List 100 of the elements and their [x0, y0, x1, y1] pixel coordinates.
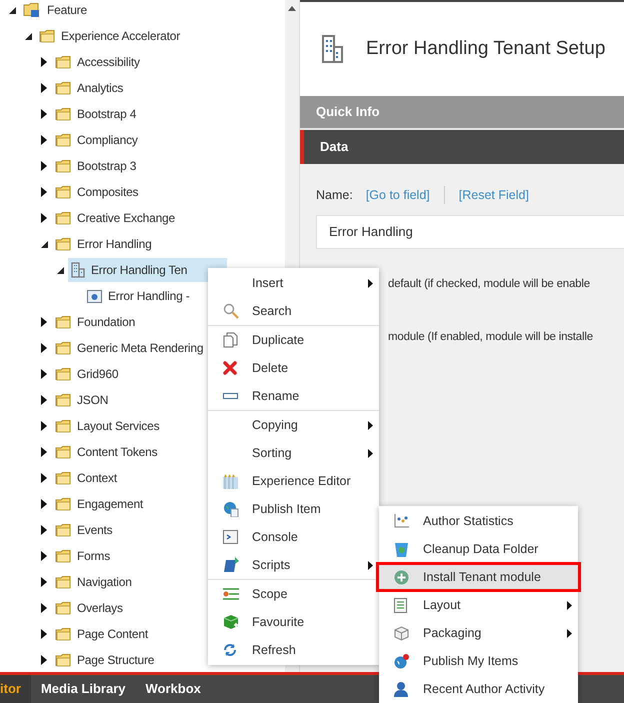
folder-icon: [55, 471, 71, 485]
expand-arrow-icon[interactable]: [41, 317, 47, 327]
menu-item[interactable]: Recent Author Activity: [379, 675, 578, 703]
expand-arrow-icon[interactable]: [41, 577, 47, 587]
list-icon: [394, 598, 407, 612]
expand-arrow-icon[interactable]: [41, 83, 47, 93]
menu-item[interactable]: Favourite: [208, 608, 379, 636]
folder-icon: [39, 29, 55, 43]
collapse-arrow-icon[interactable]: [56, 266, 64, 274]
item-title: Error Handling Tenant Setup: [366, 36, 606, 61]
tree-item[interactable]: Bootstrap 4: [52, 102, 140, 126]
expand-arrow-icon[interactable]: [41, 343, 47, 353]
menu-item[interactable]: Duplicate: [208, 325, 379, 354]
package-icon: [394, 626, 409, 640]
expand-arrow-icon[interactable]: [41, 655, 47, 665]
tree-item[interactable]: Overlays: [52, 596, 127, 620]
tree-item[interactable]: Experience Accelerator: [36, 24, 184, 48]
expand-arrow-icon[interactable]: [41, 395, 47, 405]
menu-item[interactable]: Rename: [208, 382, 379, 410]
tree-item[interactable]: Error Handling Ten: [68, 258, 228, 282]
tree-item[interactable]: Engagement: [52, 492, 148, 516]
menu-item[interactable]: Search: [208, 297, 379, 325]
tree-item[interactable]: Context: [52, 466, 121, 490]
tree-item[interactable]: Accessibility: [52, 50, 144, 74]
tree-item[interactable]: Foundation: [52, 310, 140, 334]
tree-item[interactable]: Creative Exchange: [52, 206, 179, 230]
folder-icon: [55, 107, 71, 121]
tree-item[interactable]: Content Tokens: [52, 440, 162, 464]
tree-item[interactable]: JSON: [52, 388, 112, 412]
menu-item[interactable]: Console: [208, 523, 379, 551]
menu-item[interactable]: Delete: [208, 354, 379, 382]
menu-item[interactable]: Install Tenant module: [377, 563, 580, 591]
scroll-up-arrow-icon[interactable]: [288, 6, 296, 11]
submenu-arrow-icon: [567, 600, 572, 610]
option-label: module (If enabled, module will be installe: [388, 330, 594, 345]
expand-arrow-icon[interactable]: [41, 213, 47, 223]
bottom-tab[interactable]: Media Library: [30, 675, 136, 703]
expand-arrow-icon[interactable]: [41, 551, 47, 561]
folder-icon: [55, 627, 71, 641]
bottom-tab[interactable]: itor: [0, 675, 31, 703]
folder-icon: [55, 237, 71, 251]
menu-item[interactable]: Layout: [379, 591, 578, 619]
tree-item[interactable]: Grid960: [52, 362, 122, 386]
menu-item[interactable]: Publish My Items: [379, 647, 578, 675]
folder-icon: [55, 55, 71, 69]
section-header[interactable]: Data: [300, 130, 624, 164]
tree-item[interactable]: Compliancy: [52, 128, 142, 152]
bottom-tab[interactable]: Workbox: [135, 675, 211, 703]
submenu-arrow-icon: [368, 420, 373, 430]
tree-item[interactable]: Analytics: [52, 76, 128, 100]
expand-arrow-icon[interactable]: [41, 525, 47, 535]
expand-arrow-icon[interactable]: [41, 603, 47, 613]
menu-item[interactable]: Packaging: [379, 619, 578, 647]
expand-arrow-icon[interactable]: [41, 499, 47, 509]
person-icon: [394, 681, 409, 697]
name-field[interactable]: Error Handling: [316, 214, 624, 249]
menu-item[interactable]: Cleanup Data Folder: [379, 535, 578, 563]
expand-arrow-icon[interactable]: [41, 187, 47, 197]
expand-arrow-icon[interactable]: [41, 109, 47, 119]
menu-item[interactable]: Scripts: [208, 551, 379, 579]
tree-item[interactable]: Bootstrap 3: [52, 154, 140, 178]
tree-item[interactable]: Events: [52, 518, 116, 542]
tree-item[interactable]: Feature: [20, 0, 91, 22]
collapse-arrow-icon[interactable]: [40, 240, 48, 248]
console-icon: [223, 530, 238, 544]
folder-icon: [55, 81, 71, 95]
tree-item[interactable]: Generic Meta Rendering: [52, 336, 208, 360]
expand-arrow-icon[interactable]: [41, 135, 47, 145]
expand-arrow-icon[interactable]: [41, 161, 47, 171]
add-icon: [394, 570, 409, 584]
menu-item[interactable]: Sorting: [208, 439, 379, 467]
menu-item[interactable]: Author Statistics: [379, 507, 578, 535]
bin-icon: [394, 541, 409, 557]
expand-arrow-icon[interactable]: [41, 421, 47, 431]
expand-arrow-icon[interactable]: [41, 629, 47, 639]
folder-icon: [55, 367, 71, 381]
folder-icon: [55, 601, 71, 615]
menu-item[interactable]: Experience Editor: [208, 467, 379, 495]
tree-item[interactable]: Navigation: [52, 570, 136, 594]
option-label: default (if checked, module will be enable: [388, 276, 591, 292]
expand-arrow-icon[interactable]: [41, 57, 47, 67]
tree-item[interactable]: Error Handling -: [84, 284, 194, 308]
tree-item[interactable]: Error Handling: [52, 232, 156, 256]
expand-arrow-icon[interactable]: [41, 447, 47, 457]
menu-item[interactable]: Copying: [208, 410, 379, 439]
collapse-arrow-icon[interactable]: [24, 32, 32, 40]
documents-icon: [223, 332, 238, 348]
rename-icon: [223, 393, 238, 399]
script-icon: [223, 557, 239, 573]
tree-item[interactable]: Page Content: [52, 622, 152, 646]
expand-arrow-icon[interactable]: [41, 473, 47, 483]
menu-item[interactable]: Refresh: [208, 636, 379, 664]
tree-item[interactable]: Composites: [52, 180, 142, 204]
tree-item[interactable]: Forms: [52, 544, 114, 568]
collapse-arrow-icon[interactable]: [8, 6, 16, 14]
menu-item[interactable]: Publish Item: [208, 495, 379, 523]
expand-arrow-icon[interactable]: [41, 369, 47, 379]
tree-item[interactable]: Layout Services: [52, 414, 164, 438]
tree-item[interactable]: Page Structure: [52, 648, 158, 672]
folder-icon: [55, 575, 71, 589]
